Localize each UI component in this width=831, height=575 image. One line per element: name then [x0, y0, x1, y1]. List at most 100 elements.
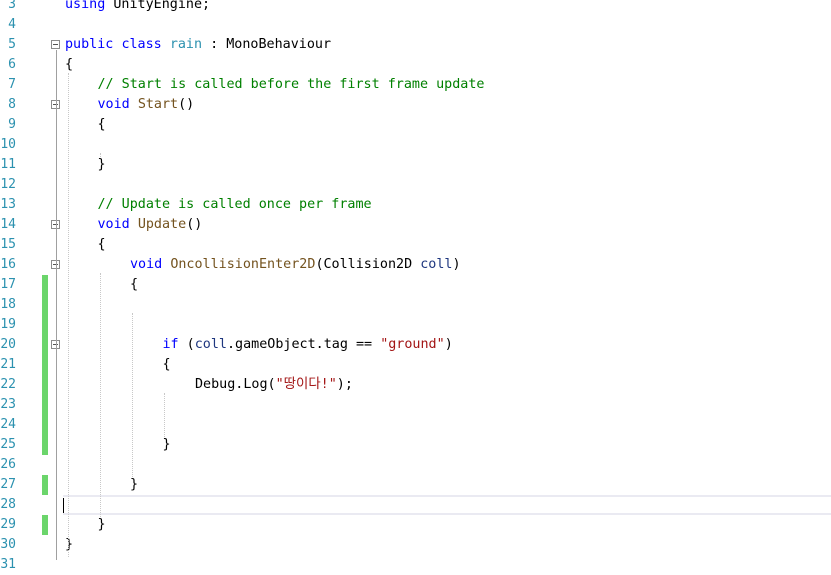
- code-text: }: [130, 475, 138, 495]
- code-text: {: [65, 55, 73, 75]
- outline-line: [56, 50, 57, 560]
- code-token: (: [178, 337, 195, 352]
- line-number: 10: [0, 137, 16, 152]
- code-line[interactable]: 17 {: [0, 275, 831, 295]
- indent-guide: [132, 313, 133, 477]
- code-token: // Update is called once per frame: [97, 197, 372, 212]
- change-indicator: [42, 415, 48, 435]
- code-text: }: [163, 435, 171, 455]
- code-line[interactable]: 21 {: [0, 355, 831, 375]
- code-token: "땅이다!": [275, 377, 337, 392]
- code-line[interactable]: 11}: [0, 155, 831, 175]
- code-token: }: [130, 477, 139, 492]
- code-line[interactable]: 24: [0, 415, 831, 435]
- code-token: if: [162, 337, 179, 352]
- code-text: void OncollisionEnter2D(Collision2D coll…: [130, 255, 461, 275]
- code-token: coll: [420, 257, 453, 272]
- code-line[interactable]: 13 // Update is called once per frame: [0, 195, 831, 215]
- code-line[interactable]: 29}: [0, 515, 831, 535]
- code-text: {: [130, 275, 138, 295]
- code-token: // Start is called before the first fram…: [97, 77, 485, 92]
- code-token: void: [130, 257, 163, 272]
- code-line[interactable]: 23: [0, 395, 831, 415]
- code-token: }: [97, 157, 106, 172]
- code-line[interactable]: 10: [0, 135, 831, 155]
- change-indicator: [42, 515, 48, 535]
- code-token: rain: [169, 37, 203, 52]
- line-number: 30: [0, 537, 16, 552]
- code-text: void Update(): [98, 215, 203, 235]
- code-token: (): [178, 97, 195, 112]
- line-number: 26: [0, 457, 16, 472]
- change-indicator: [42, 395, 48, 415]
- line-number: 19: [0, 317, 16, 332]
- line-number: 5: [8, 37, 16, 52]
- code-line[interactable]: 5 public class rain : MonoBehaviour: [0, 35, 831, 55]
- change-indicator: [42, 375, 48, 395]
- code-token: void: [97, 97, 130, 112]
- code-line[interactable]: 6{: [0, 55, 831, 75]
- code-token: {: [65, 57, 74, 72]
- code-text: // Update is called once per frame: [98, 195, 372, 215]
- change-indicator: [42, 295, 48, 315]
- indent-guide: [100, 153, 101, 157]
- line-number: 12: [0, 177, 16, 192]
- line-number: 16: [0, 257, 16, 272]
- line-number: 9: [8, 117, 16, 132]
- code-line[interactable]: 15 {: [0, 235, 831, 255]
- code-line[interactable]: 25}: [0, 435, 831, 455]
- code-text: void Start(): [98, 95, 195, 115]
- code-token: : MonoBehaviour: [202, 37, 332, 52]
- line-number: 6: [8, 57, 16, 72]
- code-line[interactable]: 8 void Start(): [0, 95, 831, 115]
- line-number: 11: [0, 157, 16, 172]
- code-line[interactable]: 19: [0, 315, 831, 335]
- collapse-icon[interactable]: [51, 40, 60, 49]
- code-line[interactable]: 4: [0, 15, 831, 35]
- line-number: 29: [0, 517, 16, 532]
- code-text: }: [65, 535, 73, 555]
- code-token: class: [121, 37, 162, 52]
- code-token: "ground": [380, 337, 445, 352]
- line-number: 25: [0, 437, 16, 452]
- line-number: 3: [8, 0, 16, 12]
- code-text: Debug.Log("땅이다!");: [195, 375, 353, 395]
- line-number: 20: [0, 337, 16, 352]
- code-text: {: [98, 235, 106, 255]
- code-line[interactable]: 9{: [0, 115, 831, 135]
- code-token: ): [452, 257, 461, 272]
- code-token: Debug.Log(: [195, 377, 276, 392]
- indent-guide: [100, 273, 101, 517]
- code-text: using UnityEngine;: [65, 0, 210, 15]
- code-token: Start: [137, 97, 179, 112]
- code-line[interactable]: 30}: [0, 535, 831, 555]
- code-token: }: [65, 537, 74, 552]
- code-token: .gameObject.tag ==: [227, 337, 381, 352]
- code-line[interactable]: 20 if (coll.gameObject.tag == "ground"): [0, 335, 831, 355]
- line-number: 22: [0, 377, 16, 392]
- change-indicator: [42, 335, 48, 355]
- line-number: 18: [0, 297, 16, 312]
- code-editor[interactable]: 3 using UnityEngine; 4 5 public class rain :…: [0, 0, 831, 572]
- code-line[interactable]: 22 Debug.Log("땅이다!");: [0, 375, 831, 395]
- line-number: 24: [0, 417, 16, 432]
- code-line[interactable]: 31: [0, 555, 831, 575]
- code-token: OncollisionEnter2D: [170, 257, 316, 272]
- change-indicator: [42, 315, 48, 335]
- code-line[interactable]: 3 using UnityEngine;: [0, 0, 831, 15]
- code-line[interactable]: 7 // Start is called before the first fra…: [0, 75, 831, 95]
- code-line[interactable]: 14 void Update(): [0, 215, 831, 235]
- code-line[interactable]: 28: [0, 495, 831, 515]
- code-line[interactable]: 27}: [0, 475, 831, 495]
- code-line[interactable]: 12: [0, 175, 831, 195]
- code-line[interactable]: 18: [0, 295, 831, 315]
- code-token: (Collision2D: [315, 257, 421, 272]
- code-line[interactable]: 26: [0, 455, 831, 475]
- code-line[interactable]: 16 void OncollisionEnter2D(Collision2D co…: [0, 255, 831, 275]
- code-token: ): [444, 337, 453, 352]
- code-token: }: [162, 437, 171, 452]
- line-number: 15: [0, 237, 16, 252]
- code-token: void: [97, 217, 130, 232]
